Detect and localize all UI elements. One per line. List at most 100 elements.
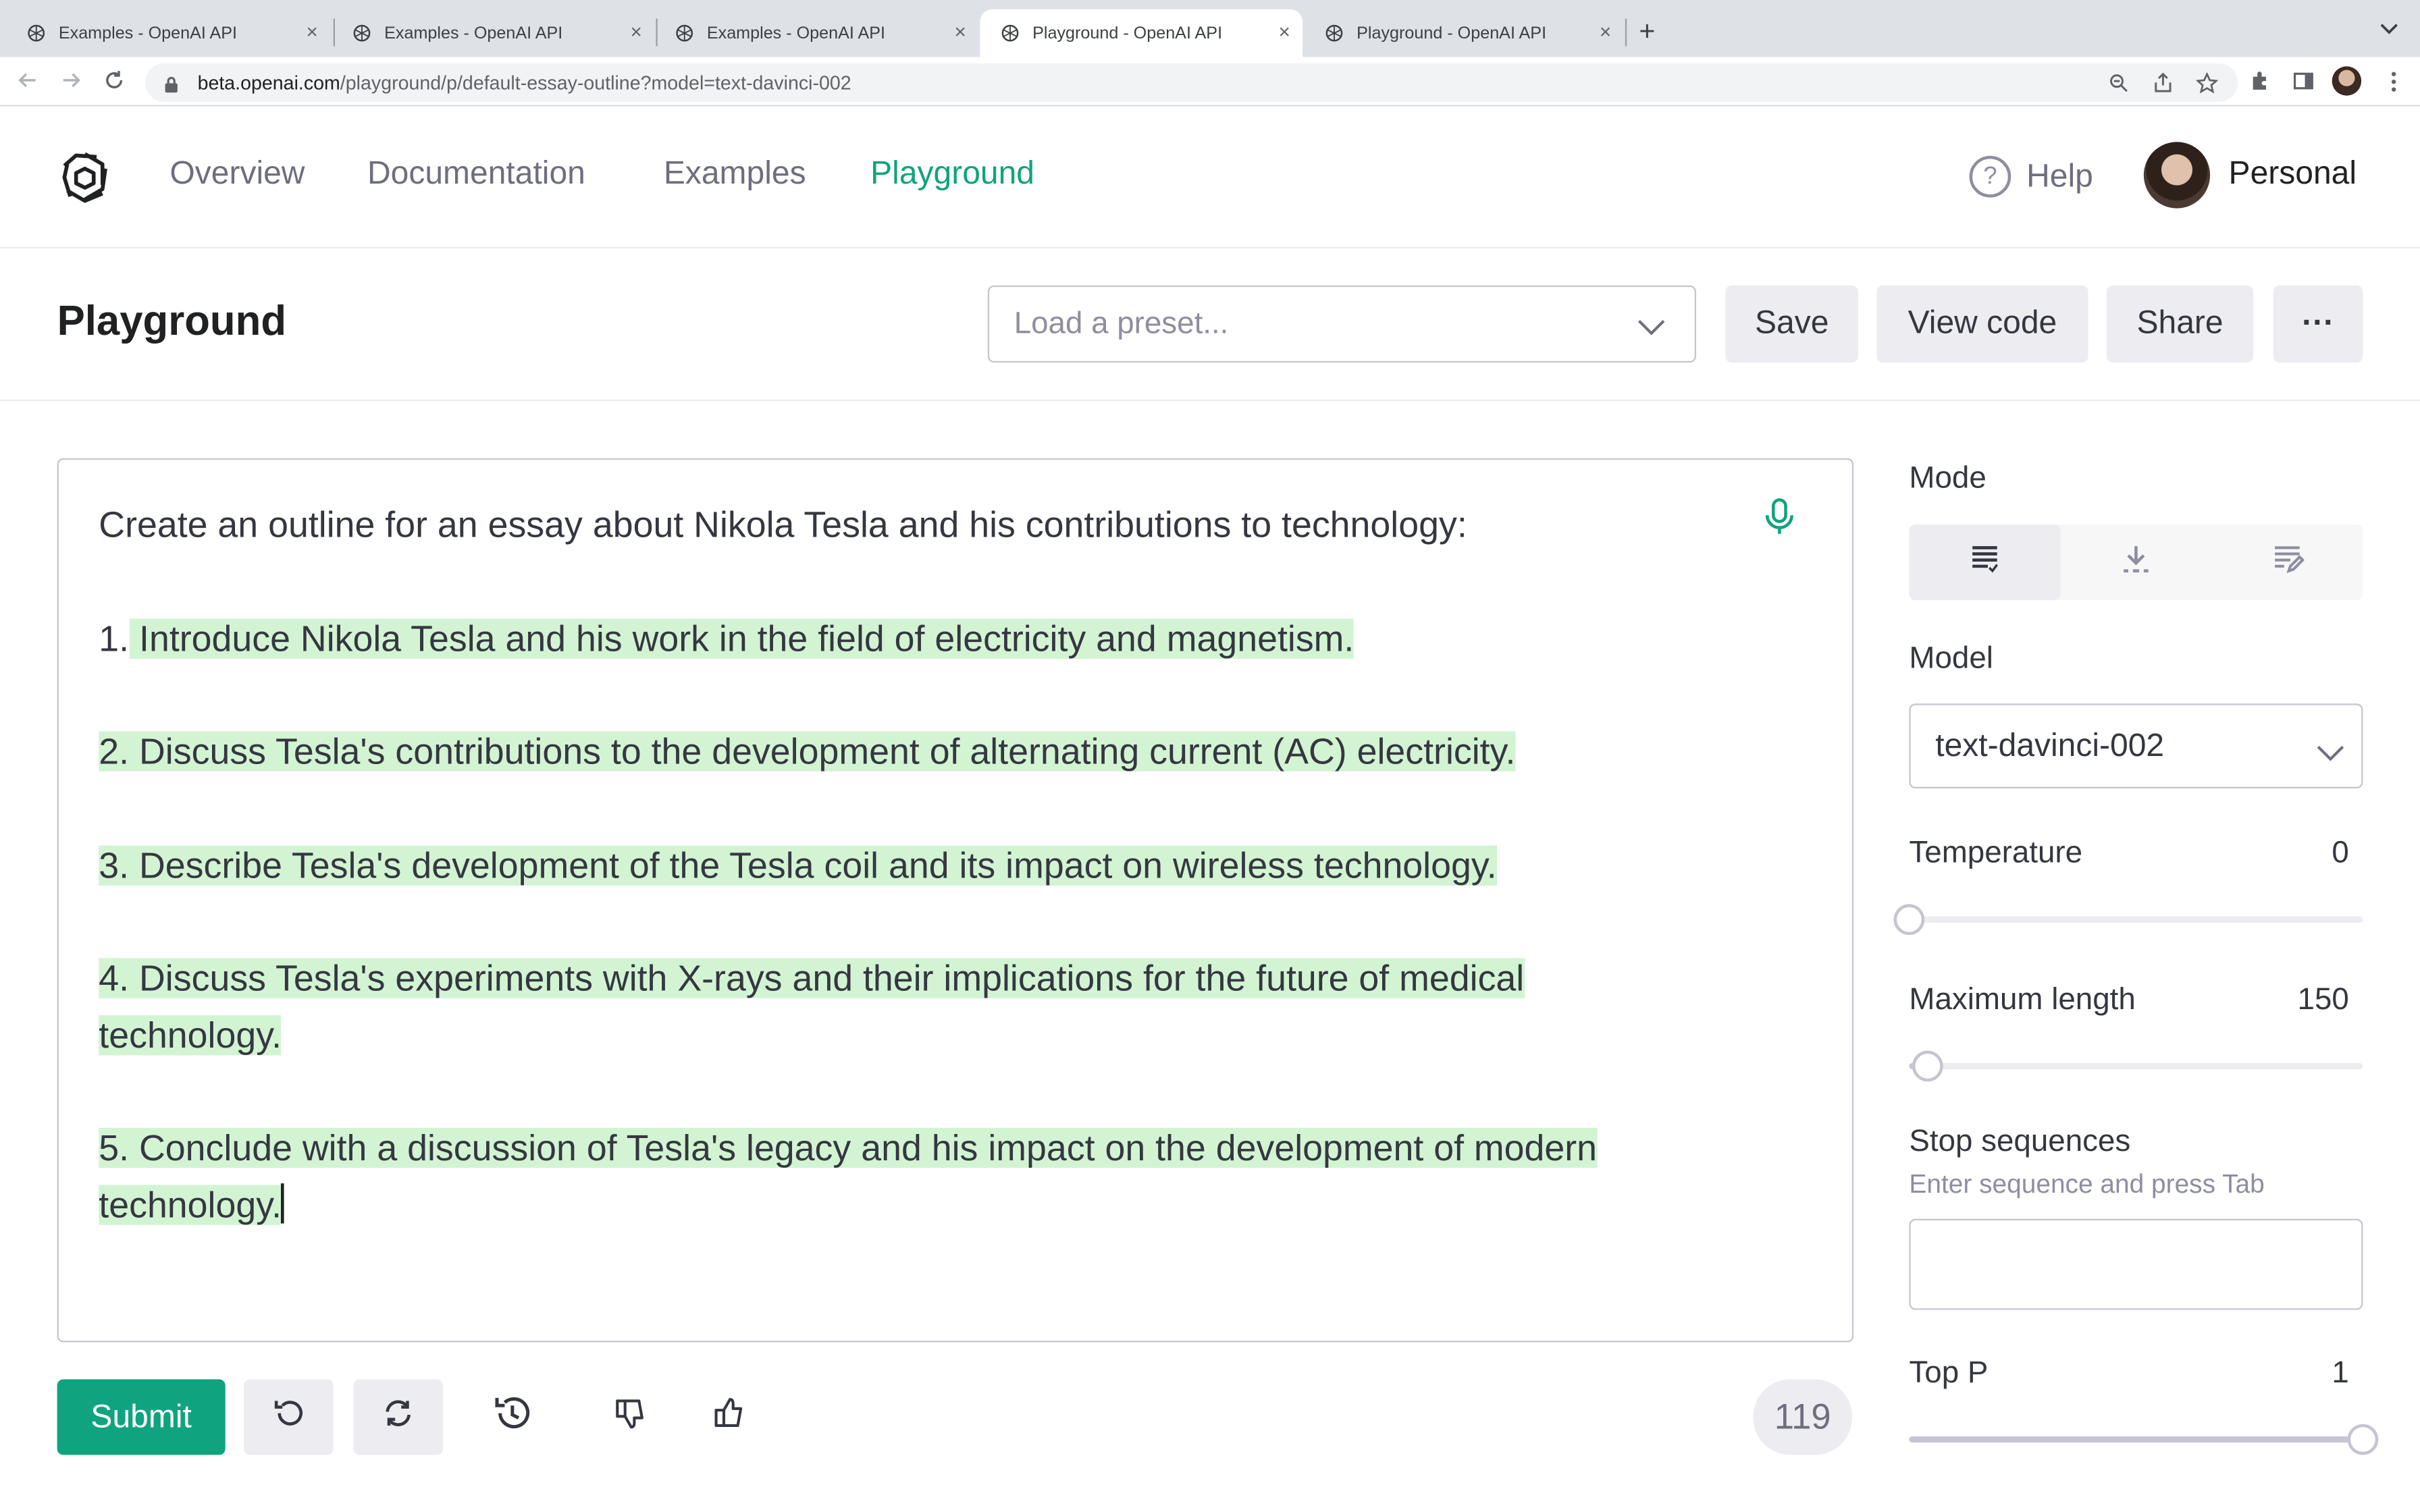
help-link[interactable]: ? Help — [1969, 155, 2093, 198]
preset-placeholder: Load a preset... — [1014, 306, 1229, 340]
completion-line: 1. Introduce Nikola Tesla and his work i… — [99, 616, 1354, 662]
browser-tab[interactable]: Examples - OpenAI API × — [654, 9, 978, 57]
browser-profile-avatar[interactable] — [2332, 66, 2362, 96]
temperature-label: Temperature — [1909, 836, 2083, 871]
help-label: Help — [2026, 158, 2093, 194]
mode-selector — [1909, 524, 2363, 601]
browser-tab-title: Examples - OpenAI API — [384, 24, 563, 43]
user-avatar[interactable] — [2143, 142, 2211, 209]
back-arrow-icon[interactable] — [16, 70, 41, 94]
browser-tab-title: Examples - OpenAI API — [706, 24, 885, 43]
close-tab-icon[interactable]: × — [1278, 21, 1290, 43]
max-length-label: Maximum length — [1909, 982, 2136, 1017]
view-code-button[interactable]: View code — [1876, 285, 2088, 363]
more-options-button[interactable]: ··· — [2273, 285, 2363, 363]
thumbs-up-button[interactable] — [684, 1379, 774, 1455]
slider-thumb[interactable] — [1912, 1050, 1943, 1082]
thumbs-down-icon — [612, 1397, 646, 1438]
temperature-slider[interactable] — [1893, 904, 2363, 936]
nav-documentation-link[interactable]: Documentation — [367, 156, 585, 193]
reload-icon[interactable] — [102, 70, 127, 94]
prompt-text: Create an outline for an essay about Nik… — [99, 504, 1467, 545]
forward-arrow-icon[interactable] — [59, 70, 84, 94]
close-tab-icon[interactable]: × — [630, 21, 641, 43]
history-icon — [491, 1392, 534, 1442]
text-cursor — [282, 1183, 284, 1224]
url-field[interactable]: beta.openai.com/playground/p/default-ess… — [144, 63, 2238, 102]
regenerate-button[interactable] — [353, 1379, 443, 1455]
nav-examples-link[interactable]: Examples — [664, 156, 806, 193]
tab-search-chevron-icon[interactable] — [2377, 16, 2402, 40]
browser-tab[interactable]: Examples - OpenAI API × — [6, 9, 330, 57]
regenerate-icon — [382, 1397, 415, 1438]
mode-edit-button[interactable] — [2211, 524, 2363, 600]
tab-separator — [1625, 18, 1627, 47]
submit-button[interactable]: Submit — [57, 1379, 226, 1455]
close-tab-icon[interactable]: × — [306, 21, 317, 43]
completion-highlight: 4. Discuss Tesla's experiments with X-ra… — [99, 958, 1525, 998]
extensions-puzzle-icon[interactable] — [2248, 70, 2273, 94]
stop-sequences-hint: Enter sequence and press Tab — [1909, 1169, 2265, 1199]
undo-icon — [271, 1397, 305, 1438]
mode-label: Mode — [1909, 461, 1987, 495]
prompt-editor[interactable]: Create an outline for an essay about Nik… — [57, 458, 1854, 1343]
kebab-menu-icon[interactable] — [2382, 70, 2406, 94]
browser-tab-title: Playground - OpenAI API — [1357, 24, 1547, 43]
new-tab-button[interactable]: + — [1639, 16, 1655, 48]
chevron-down-icon — [2315, 736, 2346, 761]
completion-line: technology. — [99, 1012, 282, 1058]
top-p-value[interactable]: 1 — [2269, 1356, 2348, 1392]
token-count-badge: 119 — [1753, 1379, 1852, 1455]
zoom-icon[interactable] — [2108, 72, 2130, 94]
completion-highlight: Introduce Nikola Tesla and his work in t… — [129, 618, 1354, 659]
mode-complete-button[interactable] — [1909, 524, 2061, 601]
microphone-icon[interactable] — [1762, 497, 1796, 537]
close-tab-icon[interactable]: × — [1600, 21, 1611, 43]
account-name[interactable]: Personal — [2229, 156, 2357, 193]
model-label: Model — [1909, 641, 1993, 676]
close-tab-icon[interactable]: × — [954, 21, 966, 43]
lock-icon — [163, 74, 182, 92]
page-title: Playground — [57, 298, 287, 344]
max-length-value[interactable]: 150 — [2253, 983, 2349, 1019]
openai-favicon-icon — [25, 22, 47, 44]
nav-overview-link[interactable]: Overview — [169, 156, 305, 193]
browser-tab-title: Examples - OpenAI API — [58, 24, 237, 43]
openai-logo-icon[interactable] — [55, 148, 114, 207]
undo-button[interactable] — [244, 1379, 334, 1455]
temperature-value[interactable]: 0 — [2269, 836, 2348, 872]
preset-select[interactable]: Load a preset... — [987, 285, 1696, 363]
side-panel-icon[interactable] — [2292, 70, 2317, 94]
mode-insert-button[interactable] — [2060, 524, 2211, 600]
share-button[interactable]: Share — [2106, 285, 2254, 363]
browser-address-bar: beta.openai.com/playground/p/default-ess… — [0, 57, 2420, 107]
thumbs-down-button[interactable] — [585, 1379, 675, 1455]
completion-highlight: 5. Conclude with a discussion of Tesla's… — [99, 1127, 1598, 1168]
completion-line: technology. — [99, 1182, 284, 1228]
browser-tab-active[interactable]: Playground - OpenAI API × — [980, 9, 1303, 57]
slider-thumb[interactable] — [2347, 1424, 2379, 1455]
app-navbar: Overview Documentation Examples Playgrou… — [0, 107, 2420, 248]
completion-highlight: technology. — [99, 1185, 282, 1225]
max-length-slider[interactable] — [1909, 1050, 2363, 1082]
top-p-slider[interactable] — [1909, 1424, 2379, 1455]
playground-toolbar: Playground Load a preset... Save View co… — [0, 248, 2420, 402]
bookmark-star-icon[interactable] — [2195, 72, 2219, 94]
url-host: beta.openai.com — [197, 72, 340, 94]
slider-thumb[interactable] — [1893, 904, 1925, 936]
nav-playground-link[interactable]: Playground — [870, 156, 1034, 193]
save-button[interactable]: Save — [1725, 285, 1858, 363]
completion-highlight: 3. Describe Tesla's development of the T… — [99, 845, 1497, 886]
browser-tab[interactable]: Examples - OpenAI API × — [332, 9, 654, 57]
stop-sequences-label: Stop sequences — [1909, 1125, 2131, 1159]
share-page-icon[interactable] — [2153, 72, 2175, 94]
browser-tab[interactable]: Playground - OpenAI API × — [1304, 9, 1623, 57]
browser-tab-title: Playground - OpenAI API — [1032, 24, 1223, 43]
completion-line: 4. Discuss Tesla's experiments with X-ra… — [99, 955, 1525, 1002]
stop-sequences-input[interactable] — [1909, 1218, 2363, 1310]
history-button[interactable] — [468, 1379, 558, 1455]
model-select[interactable]: text-davinci-002 — [1909, 703, 2363, 788]
completion-line: 5. Conclude with a discussion of Tesla's… — [99, 1125, 1598, 1171]
openai-favicon-icon — [673, 22, 695, 44]
thumbs-up-icon — [712, 1397, 745, 1438]
